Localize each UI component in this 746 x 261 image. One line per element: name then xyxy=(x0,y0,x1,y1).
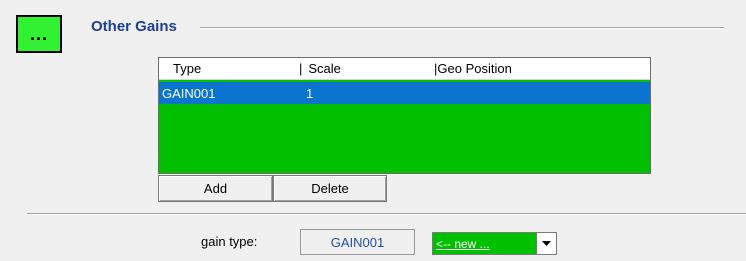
column-header-type[interactable]: Type xyxy=(173,61,201,76)
add-button[interactable]: Add xyxy=(158,175,273,202)
column-header-geo-label: Geo Position xyxy=(437,61,512,76)
column-header-geo-position[interactable]: |Geo Position xyxy=(434,61,512,76)
column-header-scale-label: Scale xyxy=(308,61,341,76)
delete-button[interactable]: Delete xyxy=(273,175,387,202)
gain-type-label: gain type: xyxy=(201,234,258,249)
combo-selected-value: <-- new ... xyxy=(436,237,490,251)
gain-type-field[interactable]: GAIN001 xyxy=(300,229,415,255)
table-row[interactable]: GAIN001 1 xyxy=(159,82,650,104)
group-title: Other Gains xyxy=(91,18,185,35)
ellipsis-menu-button[interactable]: ... xyxy=(16,15,62,53)
column-header-type-label: Type xyxy=(173,61,202,76)
group-divider xyxy=(200,27,724,29)
chevron-down-icon[interactable] xyxy=(536,233,556,254)
list-header: Type | Scale |Geo Position xyxy=(159,58,650,80)
cell-scale: 1 xyxy=(306,86,314,101)
gains-list-view[interactable]: Type | Scale |Geo Position GAIN001 1 xyxy=(158,57,651,174)
section-divider xyxy=(27,213,746,215)
cell-type: GAIN001 xyxy=(162,86,216,101)
column-separator: | xyxy=(299,61,303,76)
gain-type-combo[interactable]: <-- new ... xyxy=(432,232,557,255)
column-header-scale[interactable]: | Scale xyxy=(299,61,341,76)
